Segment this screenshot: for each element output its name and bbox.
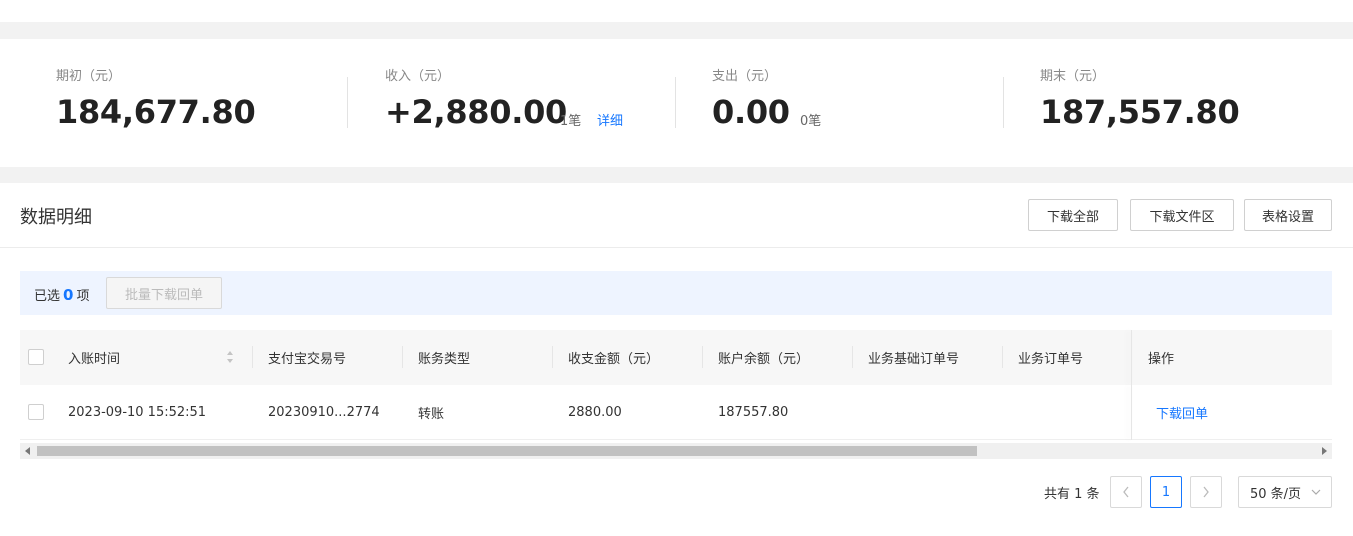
column-header-type: 账务类型 [418,352,471,367]
cell-time: 2023-09-10 15:52:51 [68,405,207,420]
header-divider [0,247,1353,248]
column-separator [252,346,253,368]
column-header-order-no: 业务订单号 [1018,352,1084,367]
chevron-down-icon [1311,489,1321,495]
fixed-column-shadow [1131,330,1132,385]
selection-text: 已选 0 项 [34,285,89,304]
income-value: +2,880.00 [385,93,568,131]
column-separator [1002,346,1003,368]
column-separator [702,346,703,368]
stat-divider [347,77,348,128]
stat-divider [675,77,676,128]
opening-balance-value: 184,677.80 [56,93,256,131]
scroll-left-icon[interactable] [25,447,30,455]
page-size-value: 50 条/页 [1250,486,1302,502]
expense-value: 0.00 [712,93,790,131]
column-header-trade-no: 支付宝交易号 [268,352,347,367]
fixed-column-shadow [1131,385,1132,440]
selection-count: 0 [63,286,74,304]
selection-bar: 已选 0 项 批量下载回单 [20,271,1332,315]
closing-balance-value: 187,557.80 [1040,93,1240,131]
scroll-right-icon[interactable] [1322,447,1327,455]
column-separator [852,346,853,368]
select-all-checkbox[interactable] [28,349,44,365]
chevron-right-icon [1203,486,1209,498]
income-label: 收入（元） [385,69,451,84]
row-checkbox[interactable] [28,404,44,420]
section-title: 数据明细 [20,207,92,228]
column-header-actions: 操作 [1148,352,1175,367]
batch-download-receipts-button[interactable]: 批量下载回单 [106,277,222,309]
chevron-left-icon [1123,486,1129,498]
download-all-button[interactable]: 下载全部 [1028,199,1118,231]
download-receipt-link[interactable]: 下载回单 [1156,385,1208,440]
income-count: 1笔 [560,114,582,129]
pagination-total: 共有 1 条 [1044,487,1100,502]
cell-amount: 2880.00 [568,405,622,420]
expense-label: 支出（元） [712,69,778,84]
next-page-button[interactable] [1190,476,1222,508]
stat-divider [1003,77,1004,128]
balance-summary: 期初（元） 184,677.80 收入（元） +2,880.00 1笔 详细 支… [0,39,1353,167]
table-row: 2023-09-10 15:52:51 20230910...2774 转账 2… [20,385,1332,440]
download-files-button[interactable]: 下载文件区 [1130,199,1234,231]
column-header-base-order-no: 业务基础订单号 [868,352,960,367]
column-header-time[interactable]: 入账时间 [68,330,120,385]
top-divider-strip [0,22,1353,39]
sort-icon[interactable] [226,350,234,364]
selection-prefix: 已选 [34,289,61,304]
column-header-balance: 账户余额（元） [718,352,810,367]
horizontal-scrollbar[interactable] [20,443,1332,459]
cell-type: 转账 [418,407,445,422]
cell-trade-no: 20230910...2774 [268,405,380,420]
cell-balance: 187557.80 [718,405,789,420]
data-detail-section: 数据明细 下载全部 下载文件区 表格设置 已选 0 项 批量下载回单 入账时间 支付… [0,183,1353,536]
opening-balance-label: 期初（元） [56,69,122,84]
section-divider-strip [0,167,1353,183]
page-size-select[interactable]: 50 条/页 [1238,476,1332,508]
scrollbar-thumb[interactable] [37,446,977,456]
income-detail-link[interactable]: 详细 [597,110,623,129]
closing-balance-label: 期末（元） [1040,69,1106,84]
prev-page-button[interactable] [1110,476,1142,508]
column-separator [402,346,403,368]
column-separator [552,346,553,368]
column-header-amount: 收支金额（元） [568,352,660,367]
table-header: 入账时间 支付宝交易号 账务类型 收支金额（元） 账户余额（元） 业务基础订单号… [20,330,1332,385]
selection-suffix: 项 [76,289,90,304]
expense-count: 0笔 [800,114,822,129]
table-settings-button[interactable]: 表格设置 [1244,199,1332,231]
page-1-button[interactable]: 1 [1150,476,1182,508]
